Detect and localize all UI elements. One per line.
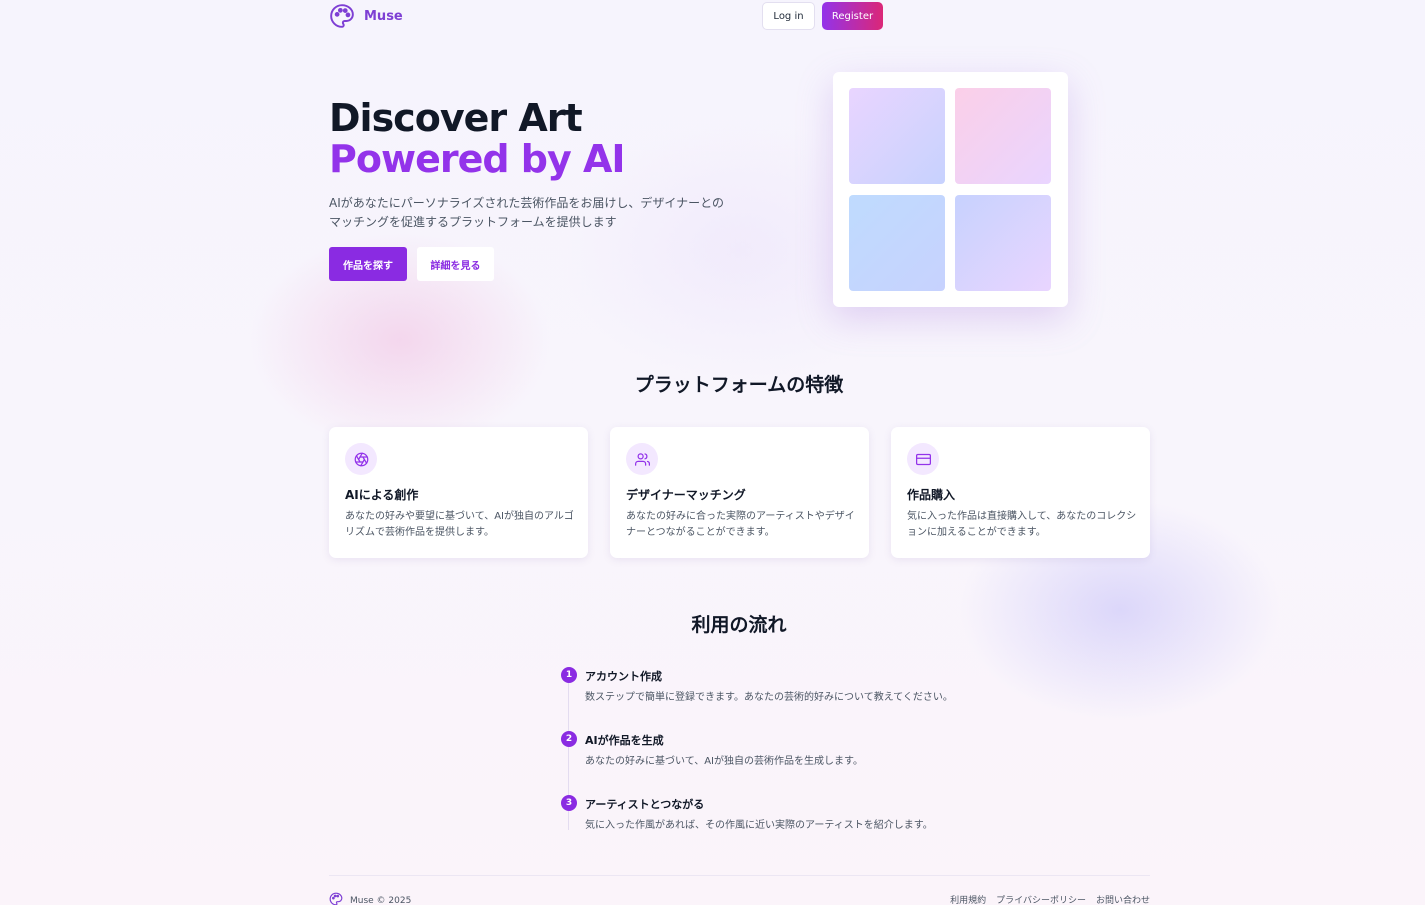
feature-card-ai-creation: AIによる創作 あなたの好みや要望に基づいて、AIが独自のアルゴリズムで芸術作品… [329,427,588,558]
artwork-tile [955,195,1051,291]
feature-card-description: あなたの好みや要望に基づいて、AIが独自のアルゴリズムで芸術作品を提供します。 [345,511,574,538]
learn-more-button[interactable]: 詳細を見る [417,247,494,281]
palette-icon [329,3,355,29]
flow-title: 利用の流れ [691,614,787,636]
step-title: アーティストとつながる [585,798,705,811]
users-icon [626,443,658,475]
footer-divider [329,875,1150,876]
hero-description: AIがあなたにパーソナライズされた芸術作品をお届けし、デザイナーとのマッチングを… [329,196,725,229]
step-number-badge: 1 [561,667,577,683]
step-title: アカウント作成 [585,670,662,683]
credit-card-icon [907,443,939,475]
feature-card-designer-matching: デザイナーマッチング あなたの好みに合った実際のアーティストやデザイナーとつなが… [610,427,869,558]
feature-card-title: AIによる創作 [345,488,419,502]
feature-card-purchase: 作品購入 気に入った作品は直接購入して、あなたのコレクションに加えることができま… [891,427,1150,558]
hero-title: Discover Art [329,96,583,140]
explore-works-button[interactable]: 作品を探す [329,247,407,281]
artwork-tile [849,195,945,291]
palette-icon [329,891,343,905]
step-description: あなたの好みに基づいて、AIが独自の芸術作品を生成します。 [585,756,863,767]
hero-title-highlight: Powered by AI [329,137,626,181]
step-description: 気に入った作風があれば、その作風に近い実際のアーティストを紹介します。 [585,820,933,831]
copyright-text: Muse © 2025 [350,895,412,905]
footer-nav: 利用規約 プライバシーポリシー お問い合わせ [950,893,1150,905]
feature-card-description: あなたの好みに合った実際のアーティストやデザイナーとつながることができます。 [626,511,855,538]
features-title: プラットフォームの特徴 [634,374,844,396]
footer-link-terms[interactable]: 利用規約 [950,893,986,905]
register-button[interactable]: Register [822,2,883,30]
footer-link-contact[interactable]: お問い合わせ [1096,893,1150,905]
aperture-icon [345,443,377,475]
feature-card-title: デザイナーマッチング [626,488,746,502]
brand-name: Muse [364,8,403,24]
step-number-badge: 3 [561,795,577,811]
login-button[interactable]: Log in [762,2,815,30]
feature-card-description: 気に入った作品は直接購入して、あなたのコレクションに加えることができます。 [907,511,1137,538]
site-header: Muse Log in Register [329,0,883,32]
feature-card-title: 作品購入 [907,488,956,502]
artwork-preview-grid [833,72,1068,307]
brand-logo[interactable]: Muse [329,3,403,29]
artwork-tile [955,88,1051,184]
step-number-badge: 2 [561,731,577,747]
artwork-tile [849,88,945,184]
step-title: AIが作品を生成 [585,734,664,747]
footer-brand: Muse © 2025 [329,891,411,905]
footer-link-privacy[interactable]: プライバシーポリシー [996,893,1086,905]
step-description: 数ステップで簡単に登録できます。あなたの芸術的好みについて教えてください。 [585,692,953,703]
